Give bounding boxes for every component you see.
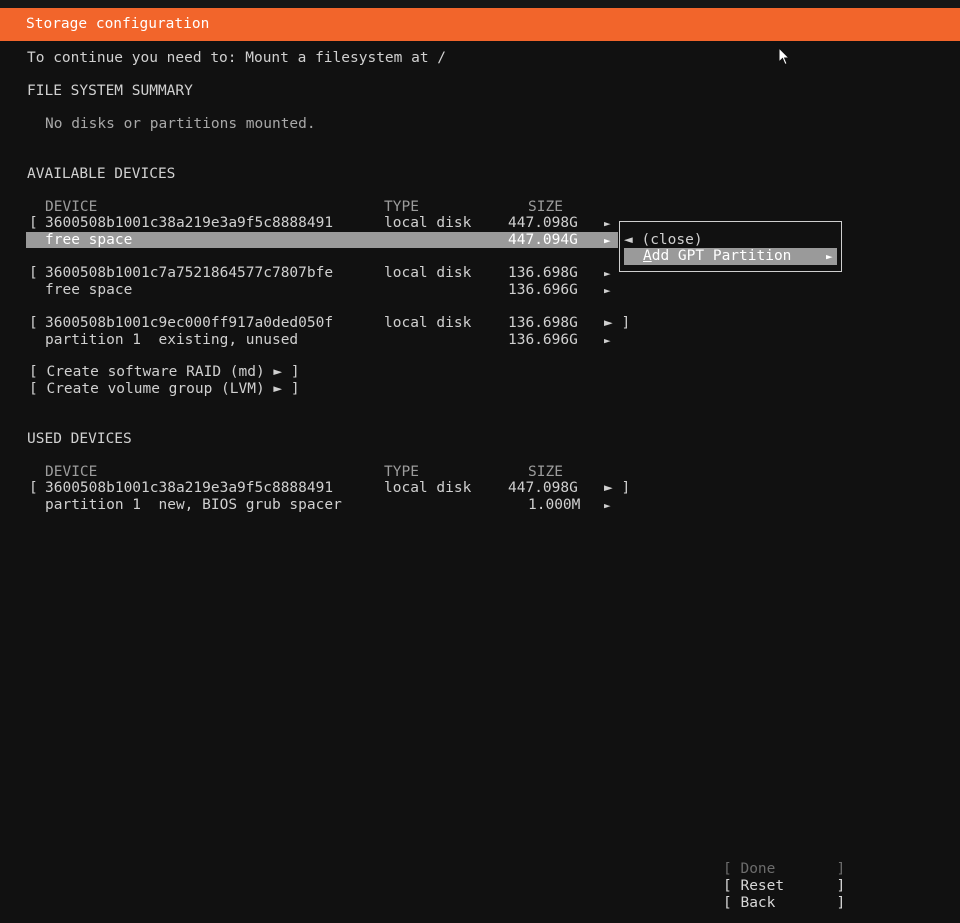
page-title: Storage configuration bbox=[26, 16, 210, 32]
device-name: free space bbox=[45, 282, 133, 298]
device-name: free space bbox=[45, 232, 133, 248]
device-size: 447.094G bbox=[508, 232, 578, 248]
device-size: 447.098G bbox=[508, 215, 578, 231]
device-name: partition 1 existing, unused bbox=[45, 332, 299, 348]
chevron-right-icon[interactable]: ► bbox=[604, 282, 611, 299]
chevron-right-icon[interactable]: ► ] bbox=[604, 315, 630, 332]
menu-item-hotkey: A bbox=[643, 248, 652, 264]
used-col-size: SIZE bbox=[528, 464, 563, 480]
available-devices-heading: AVAILABLE DEVICES bbox=[27, 166, 176, 182]
row-bracket: [ bbox=[29, 480, 38, 496]
available-col-type: TYPE bbox=[384, 199, 419, 215]
device-type: local disk bbox=[384, 480, 472, 496]
chevron-right-icon[interactable]: ► bbox=[604, 497, 611, 514]
used-col-type: TYPE bbox=[384, 464, 419, 480]
title-bar: Storage configuration bbox=[0, 8, 960, 41]
device-size: 1.000M bbox=[528, 497, 581, 513]
available-col-device: DEVICE bbox=[45, 199, 98, 215]
action-context-menu: ◄ (close) Add GPT Partition ► bbox=[619, 221, 842, 272]
chevron-right-icon[interactable]: ► ] bbox=[604, 480, 630, 497]
reset-button[interactable]: [ Reset ] bbox=[723, 878, 845, 895]
chevron-right-icon: ► bbox=[826, 250, 833, 263]
device-name: 3600508b1001c9ec000ff917a0ded050f bbox=[45, 315, 334, 331]
create-lvm-button[interactable]: [ Create volume group (LVM) ► ] bbox=[29, 381, 300, 398]
device-type: local disk bbox=[384, 215, 472, 231]
row-bracket: [ bbox=[29, 215, 38, 231]
available-col-size: SIZE bbox=[528, 199, 563, 215]
device-name: 3600508b1001c7a7521864577c7807bfe bbox=[45, 265, 334, 281]
chevron-right-icon[interactable]: ► bbox=[604, 232, 611, 249]
done-button[interactable]: [ Done ] bbox=[723, 861, 845, 878]
row-bracket: [ bbox=[29, 265, 38, 281]
row-bracket: [ bbox=[29, 315, 38, 331]
device-size: 447.098G bbox=[508, 480, 578, 496]
chevron-right-icon[interactable]: ► bbox=[604, 215, 611, 232]
mouse-pointer-icon bbox=[778, 47, 790, 66]
device-size: 136.698G bbox=[508, 265, 578, 281]
used-col-device: DEVICE bbox=[45, 464, 98, 480]
fs-summary-empty: No disks or partitions mounted. bbox=[45, 116, 316, 132]
device-size: 136.696G bbox=[508, 332, 578, 348]
device-size: 136.698G bbox=[508, 315, 578, 331]
chevron-right-icon[interactable]: ► bbox=[604, 332, 611, 349]
device-name: partition 1 new, BIOS grub spacer bbox=[45, 497, 342, 513]
device-type: local disk bbox=[384, 265, 472, 281]
window-top-edge bbox=[0, 0, 960, 8]
device-name: 3600508b1001c38a219e3a9f5c8888491 bbox=[45, 215, 334, 231]
device-type: local disk bbox=[384, 315, 472, 331]
create-raid-button[interactable]: [ Create software RAID (md) ► ] bbox=[29, 364, 300, 381]
device-size: 136.696G bbox=[508, 282, 578, 298]
menu-add-gpt-partition-item[interactable]: Add GPT Partition ► bbox=[624, 248, 837, 265]
menu-close-item[interactable]: ◄ (close) bbox=[624, 232, 703, 249]
menu-item-label-rest: dd GPT Partition bbox=[651, 248, 792, 264]
back-button[interactable]: [ Back ] bbox=[723, 895, 845, 912]
menu-item-label: Add GPT Partition bbox=[643, 248, 791, 265]
chevron-right-icon[interactable]: ► bbox=[604, 265, 611, 282]
instruction-text: To continue you need to: Mount a filesys… bbox=[27, 50, 447, 66]
device-name: 3600508b1001c38a219e3a9f5c8888491 bbox=[45, 480, 334, 496]
fs-summary-heading: FILE SYSTEM SUMMARY bbox=[27, 83, 193, 99]
used-devices-heading: USED DEVICES bbox=[27, 431, 132, 447]
